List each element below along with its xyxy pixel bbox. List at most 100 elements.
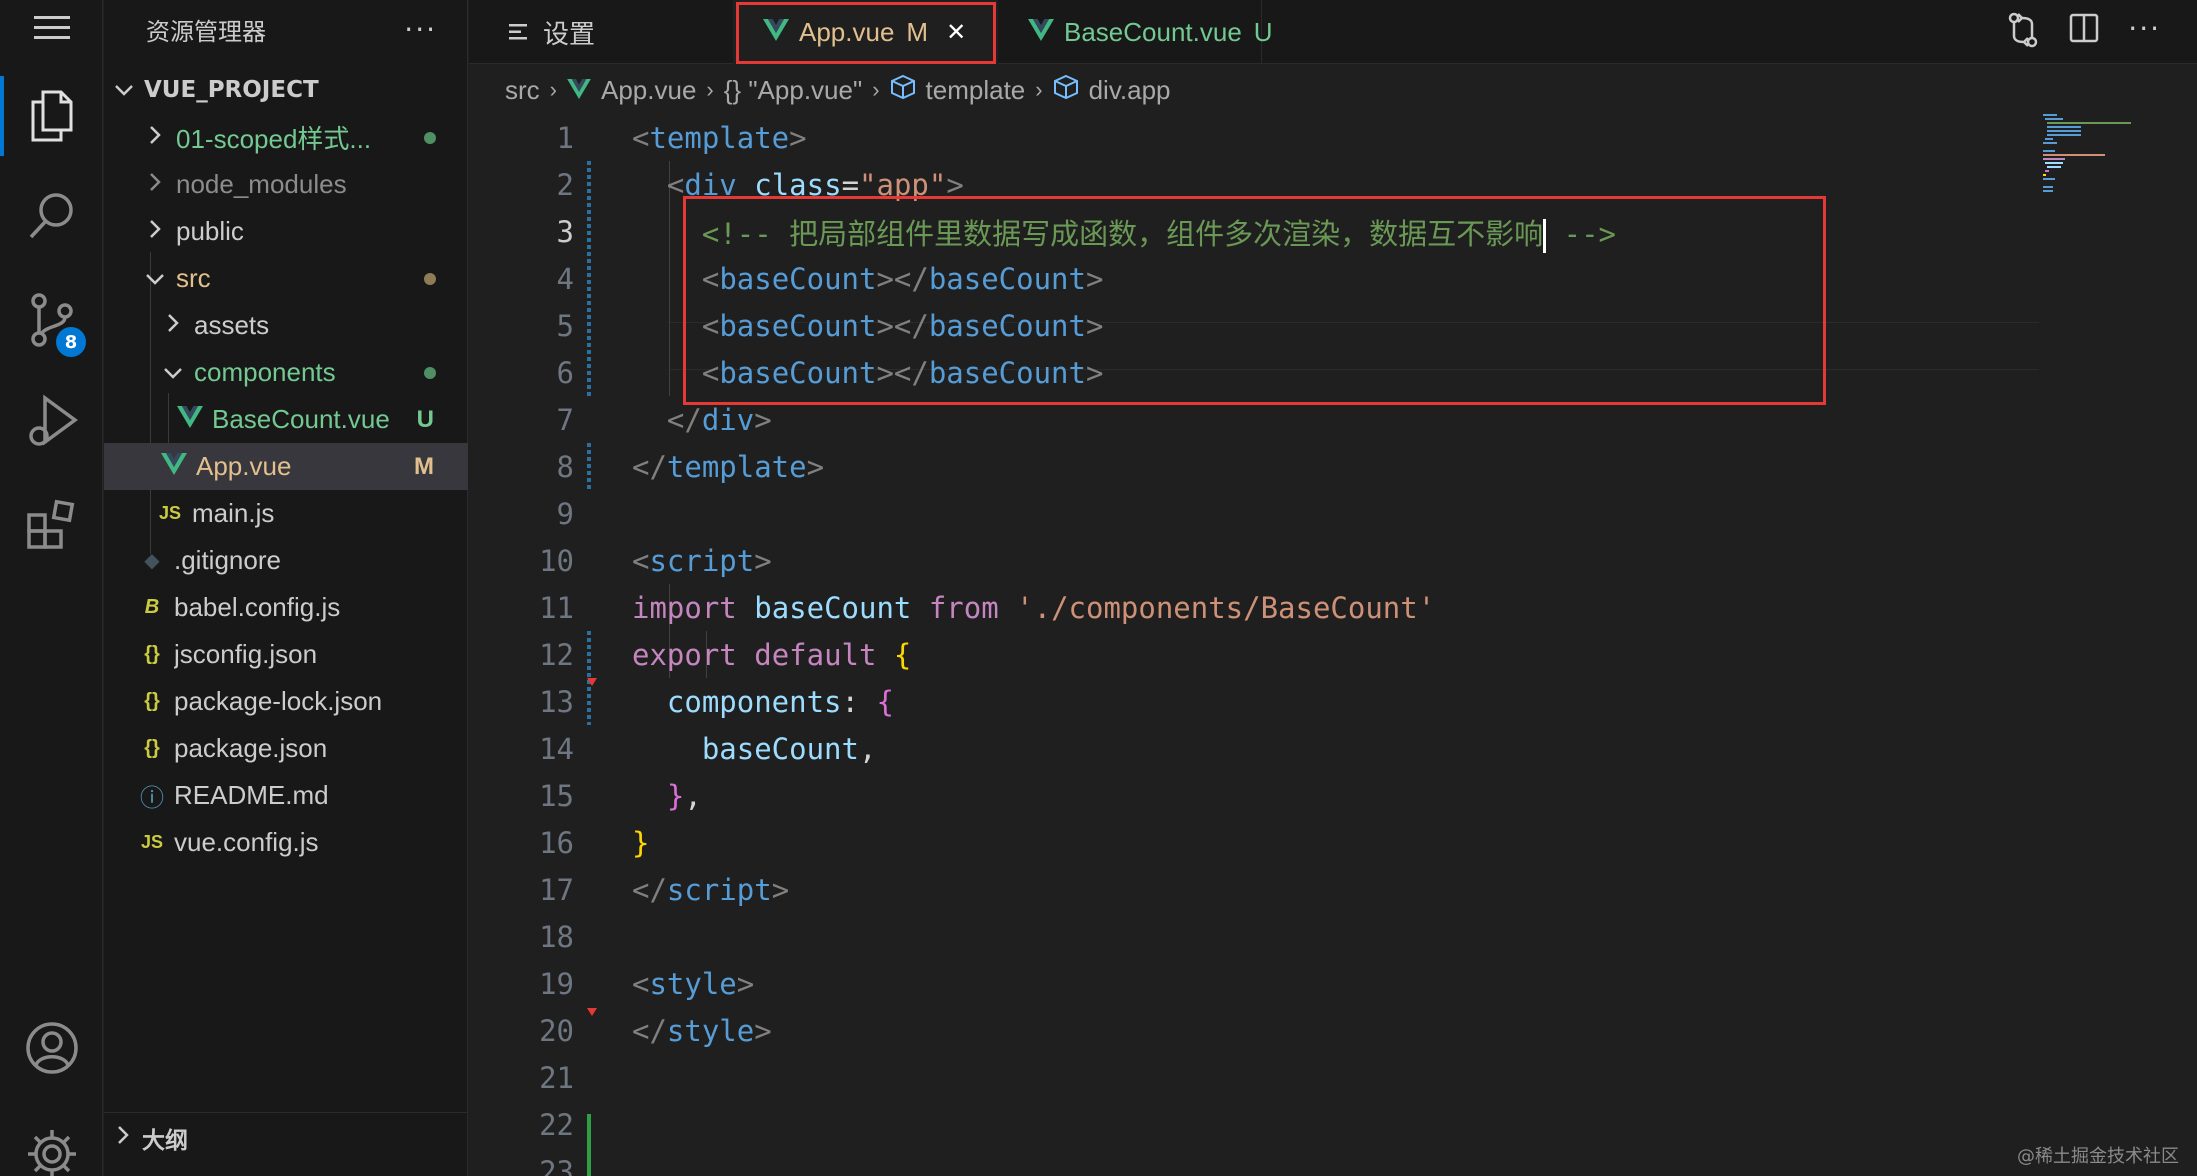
minimap-line — [2045, 162, 2063, 164]
untracked-status: U — [1253, 16, 1273, 47]
line-number: 1 — [556, 120, 574, 155]
code-line: 22 — [469, 1101, 2039, 1148]
line-number: 17 — [539, 872, 574, 907]
cube-icon — [890, 74, 916, 107]
modified-dot — [424, 272, 436, 285]
tab-settings[interactable]: 设置 — [469, 0, 733, 64]
line-number: 5 — [556, 308, 574, 343]
tree-label: package.json — [174, 733, 328, 763]
activity-bar: 8 — [0, 0, 103, 1176]
json-file-icon: {} — [144, 643, 160, 665]
tree-label: babel.config.js — [174, 592, 341, 622]
tree-file-app-vue[interactable]: App.vue M — [104, 443, 468, 490]
tree-file-jsconfig[interactable]: {} jsconfig.json — [104, 631, 468, 678]
breadcrumb-item[interactable]: {} "App.vue" — [724, 75, 862, 106]
minimap-line — [2047, 122, 2131, 124]
json-file-icon: {} — [144, 737, 160, 759]
code-text: export default { — [632, 637, 912, 672]
line-number: 4 — [556, 261, 574, 296]
line-number: 20 — [539, 1013, 574, 1048]
chevron-right-icon — [162, 313, 184, 339]
babel-file-icon: B — [144, 596, 160, 618]
tree-file-package-lock[interactable]: {} package-lock.json — [104, 678, 468, 725]
vue-file-icon — [1028, 17, 1054, 48]
explorer-header: 资源管理器 ··· — [104, 0, 467, 58]
minimap-line — [2043, 178, 2055, 180]
minimap-line — [2043, 142, 2057, 144]
tree-label: .gitignore — [174, 545, 281, 575]
breadcrumb-item[interactable]: src — [505, 75, 540, 106]
tree-file-gitignore[interactable]: ◆ .gitignore — [104, 537, 468, 584]
code-line: 14 baseCount, — [469, 725, 2039, 772]
minimap-line — [2043, 114, 2057, 116]
code-line: 19 <style> — [469, 960, 2039, 1007]
code-line: 10 <script> — [469, 537, 2039, 584]
minimap[interactable] — [2043, 114, 2183, 314]
tree-file-babel-config[interactable]: B babel.config.js — [104, 584, 468, 631]
code-text: import baseCount from './components/Base… — [632, 590, 1436, 625]
minimap-line — [2045, 118, 2063, 120]
line-number: 15 — [539, 778, 574, 813]
extensions-icon[interactable] — [0, 474, 103, 574]
chevron-right-icon: › — [549, 77, 557, 102]
tree-file-package-json[interactable]: {} package.json — [104, 725, 468, 772]
tree-label: jsconfig.json — [174, 639, 318, 669]
vue-file-icon — [567, 75, 591, 106]
minimap-line — [2043, 190, 2053, 192]
minimap-line — [2045, 170, 2049, 172]
info-file-icon: ⓘ — [140, 785, 164, 812]
explorer-sidebar: 资源管理器 ··· VUE_PROJECT 01-scoped样式... nod… — [104, 0, 468, 1176]
minimap-line — [2043, 154, 2105, 156]
tree-file-basecount-vue[interactable]: BaseCount.vue U — [104, 396, 468, 443]
source-control-icon[interactable] — [0, 270, 103, 370]
tree-label: node_modules — [176, 169, 347, 199]
code-line: 17 </script> — [469, 866, 2039, 913]
split-editor-icon[interactable] — [2068, 12, 2100, 52]
breadcrumb-item[interactable]: App.vue — [601, 75, 696, 106]
code-text: <script> — [632, 543, 772, 578]
tree-folder-node-modules[interactable]: node_modules — [104, 161, 468, 208]
settings-gear-icon[interactable] — [0, 1104, 103, 1176]
line-number: 23 — [539, 1154, 574, 1176]
more-actions-button[interactable]: ··· — [404, 13, 437, 46]
tree-folder-01-scoped[interactable]: 01-scoped样式... — [104, 114, 468, 161]
tree-folder-components[interactable]: components — [104, 349, 468, 396]
line-number: 3 — [556, 214, 574, 249]
breadcrumb: src › App.vue › {} "App.vue" › template … — [469, 66, 2197, 114]
tree-label: package-lock.json — [174, 686, 383, 716]
code-text: } — [632, 825, 650, 860]
line-number: 8 — [556, 449, 574, 484]
line-number: 22 — [539, 1107, 574, 1142]
js-file-icon: JS — [140, 832, 164, 852]
line-number: 7 — [556, 402, 574, 437]
minimap-line — [2043, 150, 2055, 152]
breadcrumb-item[interactable]: div.app — [1089, 75, 1171, 106]
explorer-icon[interactable] — [0, 66, 103, 166]
minimap-line — [2047, 134, 2081, 136]
tree-label: README.md — [174, 780, 329, 810]
tree-folder-assets[interactable]: assets — [104, 302, 468, 349]
code-text: baseCount, — [701, 731, 877, 766]
tree-file-readme[interactable]: ⓘ README.md — [104, 772, 468, 819]
outline-section-header[interactable]: 大纲 — [104, 1112, 468, 1162]
code-text: </style> — [632, 1013, 772, 1048]
breadcrumb-item[interactable]: template — [926, 75, 1026, 106]
tree-file-vue-config[interactable]: JS vue.config.js — [104, 819, 468, 866]
workspace-root[interactable]: VUE_PROJECT — [104, 66, 468, 113]
tab-basecount-vue[interactable]: BaseCount.vue U — [998, 0, 1273, 64]
open-changes-icon[interactable] — [2006, 12, 2040, 52]
code-text: </template> — [632, 449, 825, 484]
run-debug-icon[interactable] — [0, 372, 103, 472]
minimap-line — [2047, 130, 2081, 132]
js-file-icon: JS — [158, 503, 182, 523]
search-icon[interactable] — [0, 166, 103, 266]
more-actions-button[interactable]: ··· — [2128, 12, 2161, 52]
chevron-right-icon — [144, 172, 166, 198]
line-number: 10 — [539, 543, 574, 578]
tree-file-main-js[interactable]: JS main.js — [104, 490, 468, 537]
code-text: }, — [666, 778, 702, 813]
code-text: components: { — [666, 684, 894, 719]
tree-folder-src[interactable]: src — [104, 255, 468, 302]
tree-folder-public[interactable]: public — [104, 208, 468, 255]
account-icon[interactable] — [0, 998, 103, 1098]
